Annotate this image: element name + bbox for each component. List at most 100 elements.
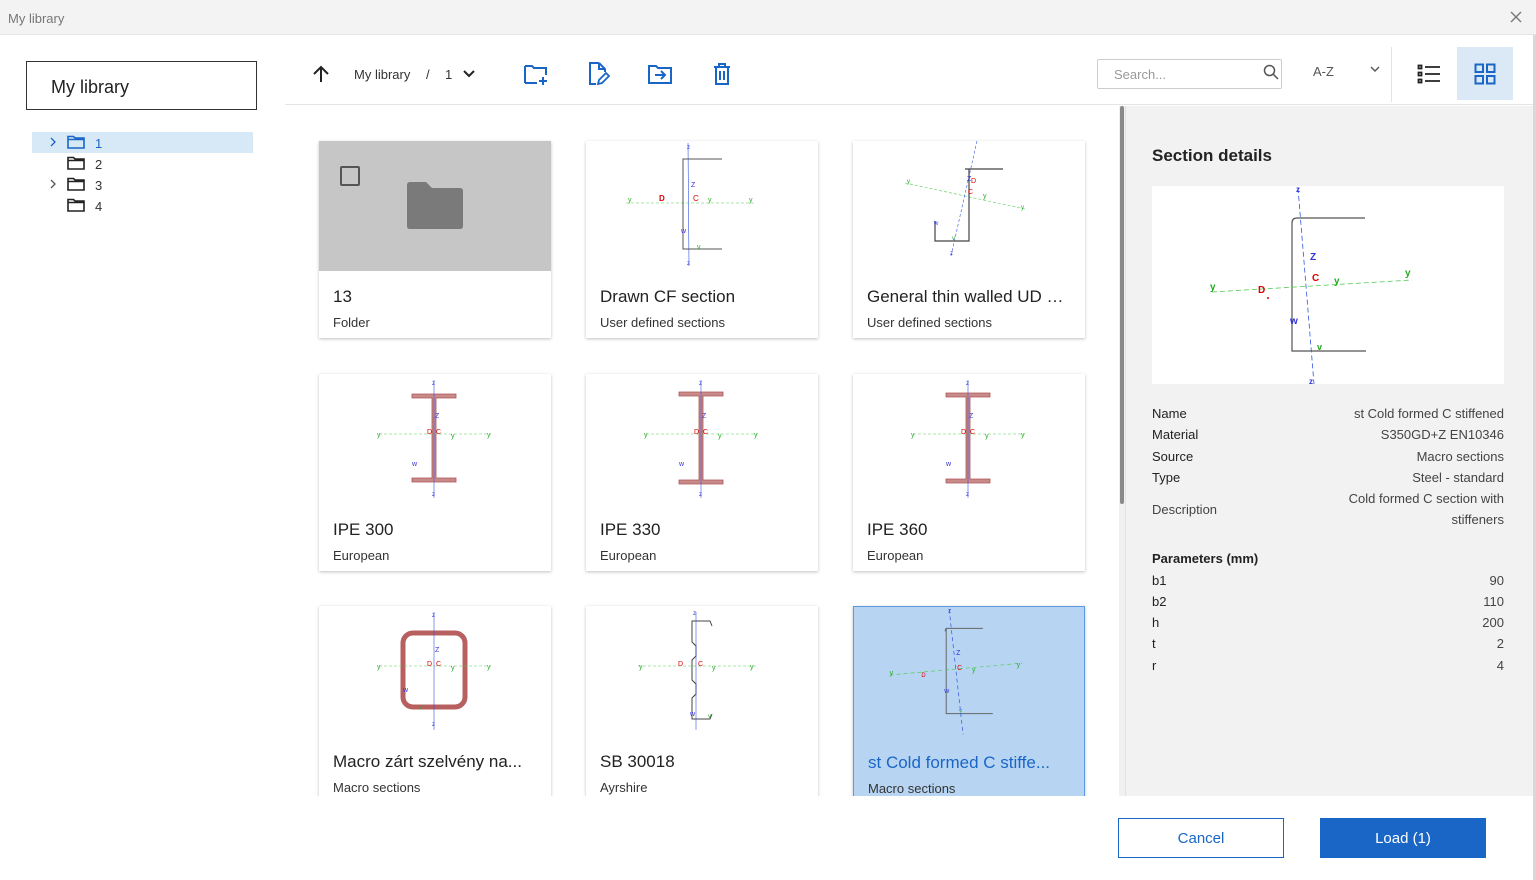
card-section[interactable]: y y D C y z w v SB 30018 Ayrshire — [586, 606, 818, 796]
card-section[interactable]: y y DC y Z w v z General thin walled UD … U… — [853, 141, 1085, 338]
library-title: My library — [26, 61, 257, 110]
card-thumbnail: y y DC y Z z z w — [644, 380, 758, 498]
svg-text:z: z — [693, 611, 696, 617]
card-name: Drawn CF section — [600, 287, 736, 306]
grid-view-icon — [1474, 63, 1496, 84]
detail-row-description: Description Cold formed C section with s… — [1152, 491, 1504, 527]
chevron-down-icon[interactable] — [1368, 62, 1382, 76]
svg-text:y: y — [911, 432, 915, 439]
folder-move-icon — [648, 65, 672, 84]
card-folder-13[interactable]: 13 Folder — [319, 141, 551, 338]
svg-text:D: D — [659, 194, 665, 203]
svg-text:w: w — [943, 688, 950, 695]
tree-item-label: 1 — [95, 136, 103, 151]
card-category: Folder — [333, 315, 370, 330]
svg-text:w: w — [402, 687, 409, 694]
dialog-footer: Cancel Load (1) — [0, 796, 1536, 880]
load-button[interactable]: Load (1) — [1320, 818, 1486, 858]
svg-text:v: v — [1317, 342, 1322, 352]
tree-item-2[interactable]: 2 — [32, 153, 253, 174]
card-section[interactable]: y y DC y Z z z w v Macro zárt szelvény na...… — [319, 606, 551, 796]
folder-tree: 1 2 3 4 — [32, 132, 253, 216]
svg-text:y: y — [712, 665, 716, 672]
card-section[interactable]: y y DC y Z z z w IPE 300 European — [319, 374, 551, 571]
edit-button[interactable] — [583, 59, 613, 89]
svg-text:w: w — [689, 711, 696, 718]
svg-text:y: y — [1021, 432, 1025, 439]
card-name: st Cold formed C stiffe... — [868, 753, 1051, 772]
tree-item-4[interactable]: 4 — [32, 195, 253, 216]
delete-button[interactable] — [707, 59, 737, 89]
chevron-down-icon[interactable] — [462, 67, 476, 81]
scrollbar-thumb[interactable] — [1120, 106, 1124, 504]
card-category: User defined sections — [600, 315, 726, 330]
title-bar: My library — [0, 0, 1536, 35]
card-name: SB 30018 — [600, 752, 675, 771]
svg-text:y: y — [487, 664, 491, 671]
tree-item-1[interactable]: 1 — [32, 132, 253, 153]
svg-text:y: y — [708, 197, 712, 204]
toolbar-divider — [1391, 47, 1392, 102]
card-thumbnail: y y DC y Z z z w — [377, 380, 491, 498]
card-thumbnail: y y D C y Z z w v — [854, 607, 1084, 737]
tree-item-label: 3 — [95, 178, 103, 193]
card-checkbox[interactable] — [340, 166, 360, 186]
card-section-selected[interactable]: y y D C y Z z w v st Cold formed C stiffe...… — [853, 606, 1085, 796]
svg-text:y: y — [907, 179, 910, 185]
svg-text:w: w — [411, 461, 418, 468]
svg-text:z: z — [699, 492, 702, 498]
folder-icon — [67, 156, 85, 170]
card-section[interactable]: y y DC y Z z z w IPE 330 European — [586, 374, 818, 571]
svg-text:y: y — [487, 432, 491, 439]
edit-file-icon — [589, 62, 610, 86]
tree-item-label: 4 — [95, 199, 103, 214]
svg-text:C: C — [957, 665, 962, 672]
list-view-button[interactable] — [1401, 47, 1457, 100]
card-thumbnail: yy DC yZ zz wv — [626, 142, 756, 267]
cancel-button[interactable]: Cancel — [1118, 818, 1284, 858]
svg-text:v: v — [419, 704, 423, 711]
breadcrumb-root[interactable]: My library — [354, 67, 410, 82]
svg-text:z: z — [948, 609, 951, 615]
card-category: European — [333, 548, 390, 563]
sort-select[interactable]: A-Z — [1313, 64, 1334, 79]
svg-text:C: C — [1312, 273, 1319, 284]
svg-text:y: y — [750, 664, 754, 671]
chevron-right-icon[interactable] — [48, 137, 58, 147]
card-thumbnail: y y D C y z w v — [638, 611, 756, 730]
chevron-right-icon[interactable] — [48, 179, 58, 189]
search-input[interactable] — [1097, 59, 1282, 89]
new-folder-button[interactable] — [521, 59, 551, 89]
breadcrumb-current[interactable]: 1 — [445, 67, 452, 82]
svg-text:y: y — [1405, 268, 1411, 279]
folder-icon — [67, 135, 85, 149]
card-name: IPE 360 — [867, 520, 928, 539]
details-title: Section details — [1152, 146, 1272, 165]
card-section[interactable]: y y D C y Z z z w v Drawn CF section User def… — [586, 141, 818, 338]
svg-text:Z: Z — [702, 413, 707, 420]
svg-text:D: D — [694, 429, 699, 436]
svg-text:v: v — [959, 709, 962, 715]
svg-text:y: y — [377, 432, 381, 439]
navigate-up-button[interactable] — [306, 59, 336, 89]
grid-view-button[interactable] — [1457, 47, 1513, 100]
svg-text:v: v — [708, 714, 711, 720]
card-thumbnail — [319, 141, 551, 271]
close-icon[interactable] — [1508, 9, 1524, 25]
folder-icon — [67, 177, 85, 191]
card-category: European — [867, 548, 924, 563]
svg-text:D: D — [427, 429, 432, 436]
svg-text:z: z — [432, 381, 435, 387]
svg-text:y: y — [718, 433, 722, 440]
move-button[interactable] — [645, 59, 675, 89]
svg-text:y: y — [639, 664, 643, 671]
svg-text:C: C — [703, 429, 708, 436]
tree-item-3[interactable]: 3 — [32, 174, 253, 195]
card-category: Macro sections — [868, 781, 956, 796]
svg-text:z: z — [966, 381, 969, 387]
card-thumbnail: yy DC yZ zz wv — [377, 612, 491, 730]
folder-add-icon — [524, 65, 547, 85]
card-section[interactable]: y y DC y Z z z w IPE 360 European — [853, 374, 1085, 571]
search-icon[interactable] — [1263, 64, 1279, 80]
svg-text:z: z — [687, 145, 690, 151]
